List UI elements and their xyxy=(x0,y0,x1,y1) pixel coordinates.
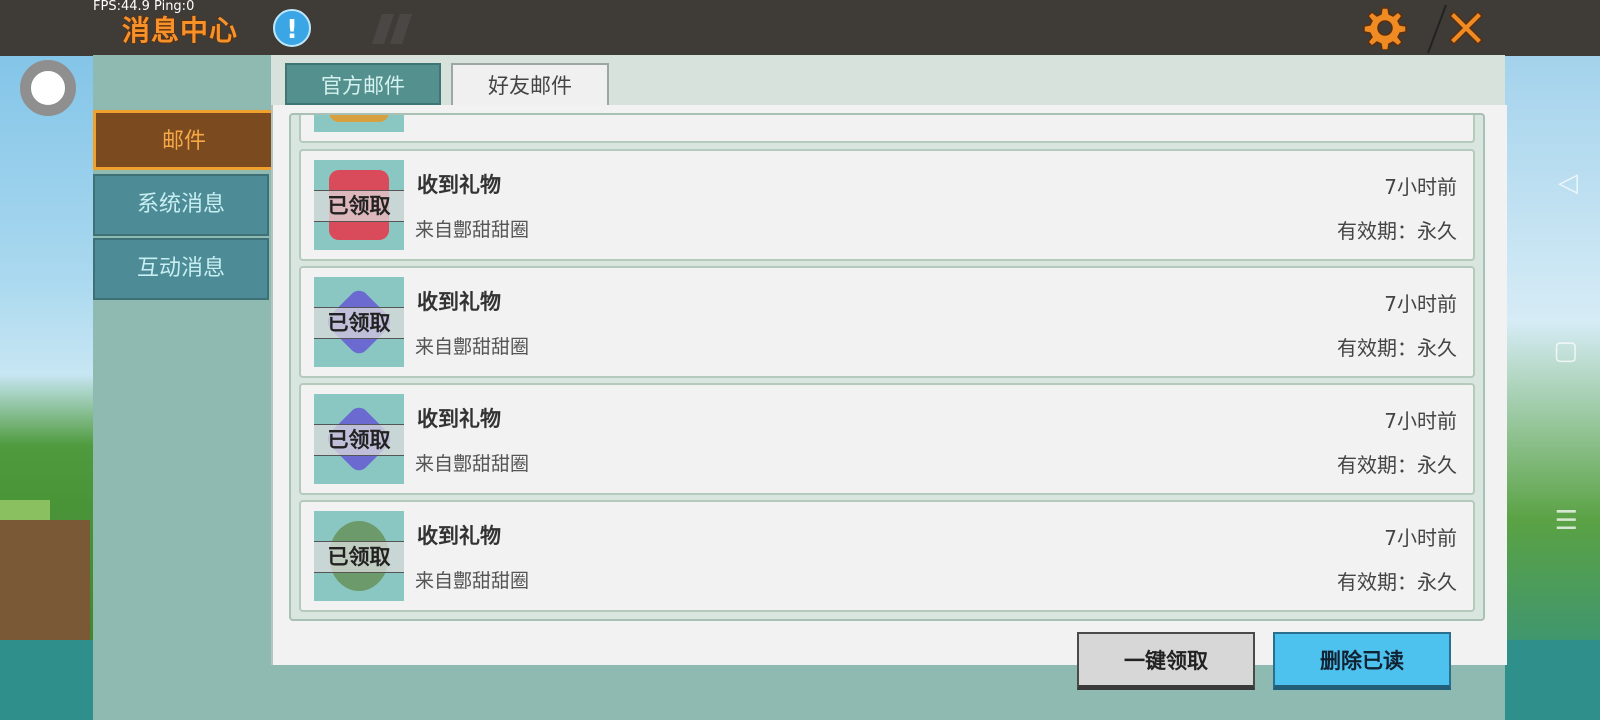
mail-content-area: 官方邮件 好友邮件 已领取 收到礼物 来自鄷甜甜圈 7小时前 有效期：永久 已领… xyxy=(271,55,1507,665)
list-item[interactable]: 已领取 收到礼物 来自鄷甜甜圈 7小时前 有效期：永久 xyxy=(299,149,1475,261)
mail-sender: 来自鄷甜甜圈 xyxy=(415,219,530,241)
list-item[interactable]: 已领取 收到礼物 来自鄷甜甜圈 7小时前 有效期：永久 xyxy=(299,500,1475,612)
mail-sender: 来自鄷甜甜圈 xyxy=(415,453,530,475)
message-center-panel: 邮件 系统消息 互动消息 官方邮件 好友邮件 已领取 收到礼物 来自鄷甜甜圈 7… xyxy=(93,55,1507,720)
background-scenery-right xyxy=(1505,55,1600,720)
list-item[interactable]: 已领取 收到礼物 来自鄷甜甜圈 7小时前 有效期：永久 xyxy=(299,266,1475,378)
system-home-icon[interactable]: ▢ xyxy=(1553,336,1578,366)
decorative-stripes-icon xyxy=(372,14,412,44)
tab-official-mail[interactable]: 官方邮件 xyxy=(285,63,441,105)
sidebar-item-system-messages[interactable]: 系统消息 xyxy=(93,174,269,236)
system-back-icon[interactable]: ◁ xyxy=(1558,168,1578,198)
sidebar-item-interaction-messages[interactable]: 互动消息 xyxy=(93,238,269,300)
mail-thumbnail xyxy=(314,115,404,132)
mail-title: 收到礼物 xyxy=(417,524,501,548)
mail-expiry: 有效期：永久 xyxy=(1337,336,1457,360)
claim-all-button[interactable]: 一键领取 xyxy=(1077,632,1255,690)
floating-ring-button[interactable] xyxy=(20,60,76,116)
page-title: 消息中心 xyxy=(122,14,239,47)
claimed-badge: 已领取 xyxy=(314,307,404,339)
list-item[interactable] xyxy=(299,115,1475,143)
claimed-badge: 已领取 xyxy=(314,424,404,456)
close-icon[interactable] xyxy=(1444,6,1488,50)
gear-icon[interactable] xyxy=(1363,6,1407,50)
system-menu-icon[interactable]: ☰ xyxy=(1555,506,1578,536)
info-icon[interactable]: ! xyxy=(273,9,311,47)
mail-thumbnail: 已领取 xyxy=(314,160,404,250)
mail-list-container: 已领取 收到礼物 来自鄷甜甜圈 7小时前 有效期：永久 已领取 收到礼物 来自鄷… xyxy=(271,105,1507,665)
gift-image xyxy=(329,115,389,122)
background-dirt-block xyxy=(0,520,90,660)
mail-time: 7小时前 xyxy=(1384,409,1457,433)
mail-time: 7小时前 xyxy=(1384,292,1457,316)
mail-expiry: 有效期：永久 xyxy=(1337,570,1457,594)
sidebar-item-mail[interactable]: 邮件 xyxy=(93,110,275,170)
list-item[interactable]: 已领取 收到礼物 来自鄷甜甜圈 7小时前 有效期：永久 xyxy=(299,383,1475,495)
mail-time: 7小时前 xyxy=(1384,175,1457,199)
mail-title: 收到礼物 xyxy=(417,407,501,431)
top-bar: FPS:44.9 Ping:0 消息中心 ! xyxy=(0,0,1600,56)
mail-list[interactable]: 已领取 收到礼物 来自鄷甜甜圈 7小时前 有效期：永久 已领取 收到礼物 来自鄷… xyxy=(289,113,1485,621)
mail-thumbnail: 已领取 xyxy=(314,277,404,367)
mail-sender: 来自鄷甜甜圈 xyxy=(415,570,530,592)
delete-read-button[interactable]: 删除已读 xyxy=(1273,632,1451,690)
mail-expiry: 有效期：永久 xyxy=(1337,453,1457,477)
mail-title: 收到礼物 xyxy=(417,173,501,197)
mail-expiry: 有效期：永久 xyxy=(1337,219,1457,243)
mail-thumbnail: 已领取 xyxy=(314,511,404,601)
claimed-badge: 已领取 xyxy=(314,190,404,222)
mail-title: 收到礼物 xyxy=(417,290,501,314)
tab-friend-mail[interactable]: 好友邮件 xyxy=(451,63,609,109)
mail-sender: 来自鄷甜甜圈 xyxy=(415,336,530,358)
claimed-badge: 已领取 xyxy=(314,541,404,573)
mail-thumbnail: 已领取 xyxy=(314,394,404,484)
mail-time: 7小时前 xyxy=(1384,526,1457,550)
